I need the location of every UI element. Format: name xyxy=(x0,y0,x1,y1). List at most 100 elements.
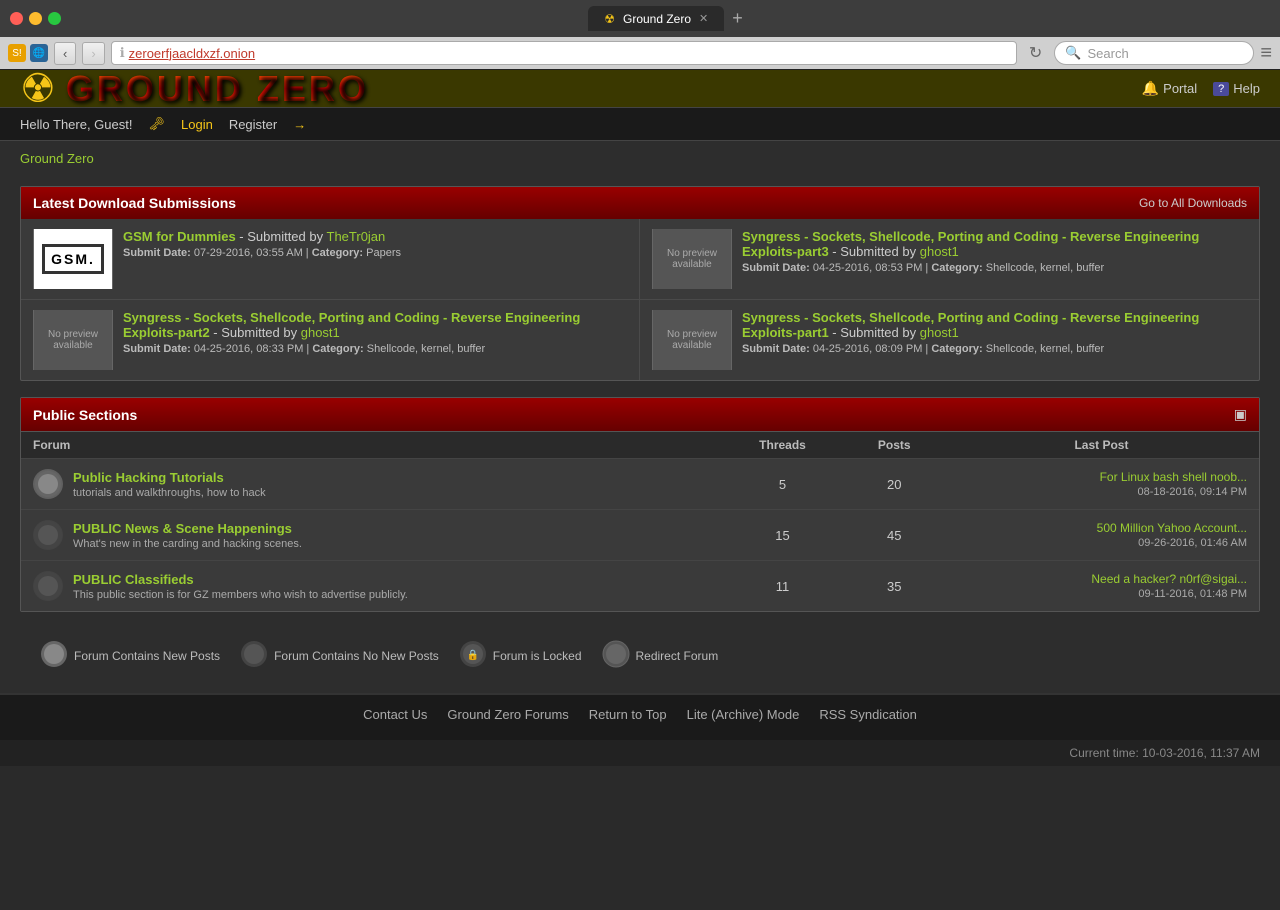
logo-area: ☢ GROUND ZERO xyxy=(20,66,369,112)
download-meta: Submit Date: 04-25-2016, 08:09 PM | Cate… xyxy=(742,343,1247,355)
secure-icon: ℹ xyxy=(120,45,125,61)
extension-icon-1[interactable]: S! xyxy=(8,44,26,62)
forward-button[interactable]: › xyxy=(82,42,104,65)
posts-count: 20 xyxy=(845,459,944,510)
legend-icon-nonew xyxy=(240,640,268,671)
register-text: Register xyxy=(229,117,277,132)
portal-link[interactable]: 🔔 Portal xyxy=(1142,80,1197,97)
search-placeholder: Search xyxy=(1088,46,1129,61)
tab-close-button[interactable]: ✕ xyxy=(699,12,708,25)
download-title-link[interactable]: GSM for Dummies xyxy=(123,229,236,244)
breadcrumb: Ground Zero xyxy=(0,141,1280,176)
register-arrow: → xyxy=(293,117,306,132)
site-header: ☢ GROUND ZERO 🔔 Portal ? Help xyxy=(0,70,1280,107)
table-row: PUBLIC Classifieds This public section i… xyxy=(21,561,1259,612)
contact-us-link[interactable]: Contact Us xyxy=(363,707,427,722)
legend-item-locked: 🔒 Forum is Locked xyxy=(459,640,582,671)
forums-link[interactable]: Ground Zero Forums xyxy=(447,707,568,722)
help-icon: ? xyxy=(1213,82,1229,96)
last-post-date: 09-11-2016, 01:48 PM xyxy=(1138,588,1247,600)
last-post-link[interactable]: Need a hacker? n0rf@sigai... xyxy=(1091,572,1247,586)
forum-icon-nonew xyxy=(33,520,63,550)
download-author-link[interactable]: ghost1 xyxy=(920,325,959,340)
public-sections-panel: Public Sections ▣ Forum Threads Posts La… xyxy=(20,397,1260,612)
last-post-link[interactable]: For Linux bash shell noob... xyxy=(1100,470,1247,484)
current-time-value: 10-03-2016, 11:37 AM xyxy=(1142,746,1260,760)
download-meta: Submit Date: 07-29-2016, 03:55 AM | Cate… xyxy=(123,247,627,259)
extension-icon-2[interactable]: 🌐 xyxy=(30,44,48,62)
title-bar: ☢ Ground Zero ✕ + xyxy=(0,0,1280,37)
panel-toggle-icon[interactable]: ▣ xyxy=(1234,406,1247,423)
threads-count: 11 xyxy=(721,561,845,612)
forum-name-link[interactable]: PUBLIC News & Scene Happenings xyxy=(73,521,292,536)
site-wrapper: ☢ GROUND ZERO 🔔 Portal ? Help Hello Ther… xyxy=(0,70,1280,766)
forum-name-link[interactable]: Public Hacking Tutorials xyxy=(73,470,224,485)
threads-count: 5 xyxy=(721,459,845,510)
forum-name-desc: PUBLIC Classifieds This public section i… xyxy=(73,572,408,601)
legend-item-nonew: Forum Contains No New Posts xyxy=(240,640,439,671)
address-bar[interactable]: ℹ zeroerfjaacldxzf.onion xyxy=(111,41,1017,65)
extension-area: S! 🌐 xyxy=(8,44,48,62)
forum-cell: Public Hacking Tutorials tutorials and w… xyxy=(21,459,721,510)
breadcrumb-link[interactable]: Ground Zero xyxy=(20,151,94,166)
legend-item-redirect: Redirect Forum xyxy=(602,640,719,671)
footer-links: Contact Us Ground Zero Forums Return to … xyxy=(20,707,1260,722)
maximize-button[interactable] xyxy=(48,12,61,25)
go-to-downloads-link[interactable]: Go to All Downloads xyxy=(1139,196,1247,210)
login-link[interactable]: Login xyxy=(181,117,213,132)
site-title: GROUND ZERO xyxy=(66,68,369,110)
lite-mode-link[interactable]: Lite (Archive) Mode xyxy=(687,707,800,722)
legend-icon-new xyxy=(40,640,68,671)
forum-name-link[interactable]: PUBLIC Classifieds xyxy=(73,572,194,587)
new-tab-button[interactable]: + xyxy=(724,6,751,31)
downloads-panel: Latest Download Submissions Go to All Do… xyxy=(20,186,1260,381)
return-to-top-link[interactable]: Return to Top xyxy=(589,707,667,722)
forum-icon-nonew xyxy=(33,571,63,601)
url-display[interactable]: zeroerfjaacldxzf.onion xyxy=(129,46,255,61)
download-item: No preview available Syngress - Sockets,… xyxy=(640,219,1259,300)
refresh-button[interactable]: ↻ xyxy=(1023,43,1048,63)
close-button[interactable] xyxy=(10,12,23,25)
last-post-link[interactable]: 500 Million Yahoo Account... xyxy=(1097,521,1247,535)
download-author-link[interactable]: ghost1 xyxy=(301,325,340,340)
download-title-link[interactable]: Syngress - Sockets, Shellcode, Porting a… xyxy=(742,310,1199,340)
help-link[interactable]: ? Help xyxy=(1213,81,1260,96)
threads-count: 15 xyxy=(721,510,845,561)
legend-label: Forum Contains New Posts xyxy=(74,649,220,663)
download-title-link[interactable]: Syngress - Sockets, Shellcode, Porting a… xyxy=(123,310,580,340)
current-time-label: Current time: xyxy=(1069,746,1138,760)
traffic-lights[interactable] xyxy=(10,12,61,25)
download-author-link[interactable]: TheTr0jan xyxy=(327,229,386,244)
forum-description: tutorials and walkthroughs, how to hack xyxy=(73,487,266,499)
posts-count: 35 xyxy=(845,561,944,612)
table-row: PUBLIC News & Scene Happenings What's ne… xyxy=(21,510,1259,561)
main-content: Latest Download Submissions Go to All Do… xyxy=(0,176,1280,693)
back-button[interactable]: ‹ xyxy=(54,42,76,65)
rss-link[interactable]: RSS Syndication xyxy=(819,707,917,722)
forum-cell: PUBLIC Classifieds This public section i… xyxy=(21,561,721,612)
search-icon: 🔍 xyxy=(1065,45,1081,61)
browser-tab[interactable]: ☢ Ground Zero ✕ xyxy=(588,6,724,31)
posts-col-header: Posts xyxy=(845,432,944,459)
minimize-button[interactable] xyxy=(29,12,42,25)
download-thumbnail: No preview available xyxy=(652,229,732,289)
legend-icon-locked: 🔒 xyxy=(459,640,487,671)
svg-text:🔒: 🔒 xyxy=(467,649,479,661)
browser-chrome: ☢ Ground Zero ✕ + S! 🌐 ‹ › ℹ zeroerfjaac… xyxy=(0,0,1280,70)
download-author-link[interactable]: ghost1 xyxy=(920,244,959,259)
forum-cell: PUBLIC News & Scene Happenings What's ne… xyxy=(21,510,721,561)
legend-icon-redirect xyxy=(602,640,630,671)
public-sections-header: Public Sections ▣ xyxy=(21,398,1259,431)
forum-table: Forum Threads Posts Last Post xyxy=(21,431,1259,611)
last-post-cell: For Linux bash shell noob... 08-18-2016,… xyxy=(944,459,1259,510)
download-title-link[interactable]: Syngress - Sockets, Shellcode, Porting a… xyxy=(742,229,1199,259)
portal-icon: 🔔 xyxy=(1142,80,1159,97)
radiation-icon: ☢ xyxy=(20,66,56,112)
site-nav: Hello There, Guest! 🗝 Login Register → xyxy=(0,107,1280,141)
last-post-cell: 500 Million Yahoo Account... 09-26-2016,… xyxy=(944,510,1259,561)
browser-menu-button[interactable]: ≡ xyxy=(1260,42,1272,65)
table-row: Public Hacking Tutorials tutorials and w… xyxy=(21,459,1259,510)
downloads-grid: GSM. GSM for Dummies - Submitted by TheT… xyxy=(21,219,1259,380)
greeting-text: Hello There, Guest! xyxy=(20,117,132,132)
search-bar[interactable]: 🔍 Search xyxy=(1054,41,1254,65)
